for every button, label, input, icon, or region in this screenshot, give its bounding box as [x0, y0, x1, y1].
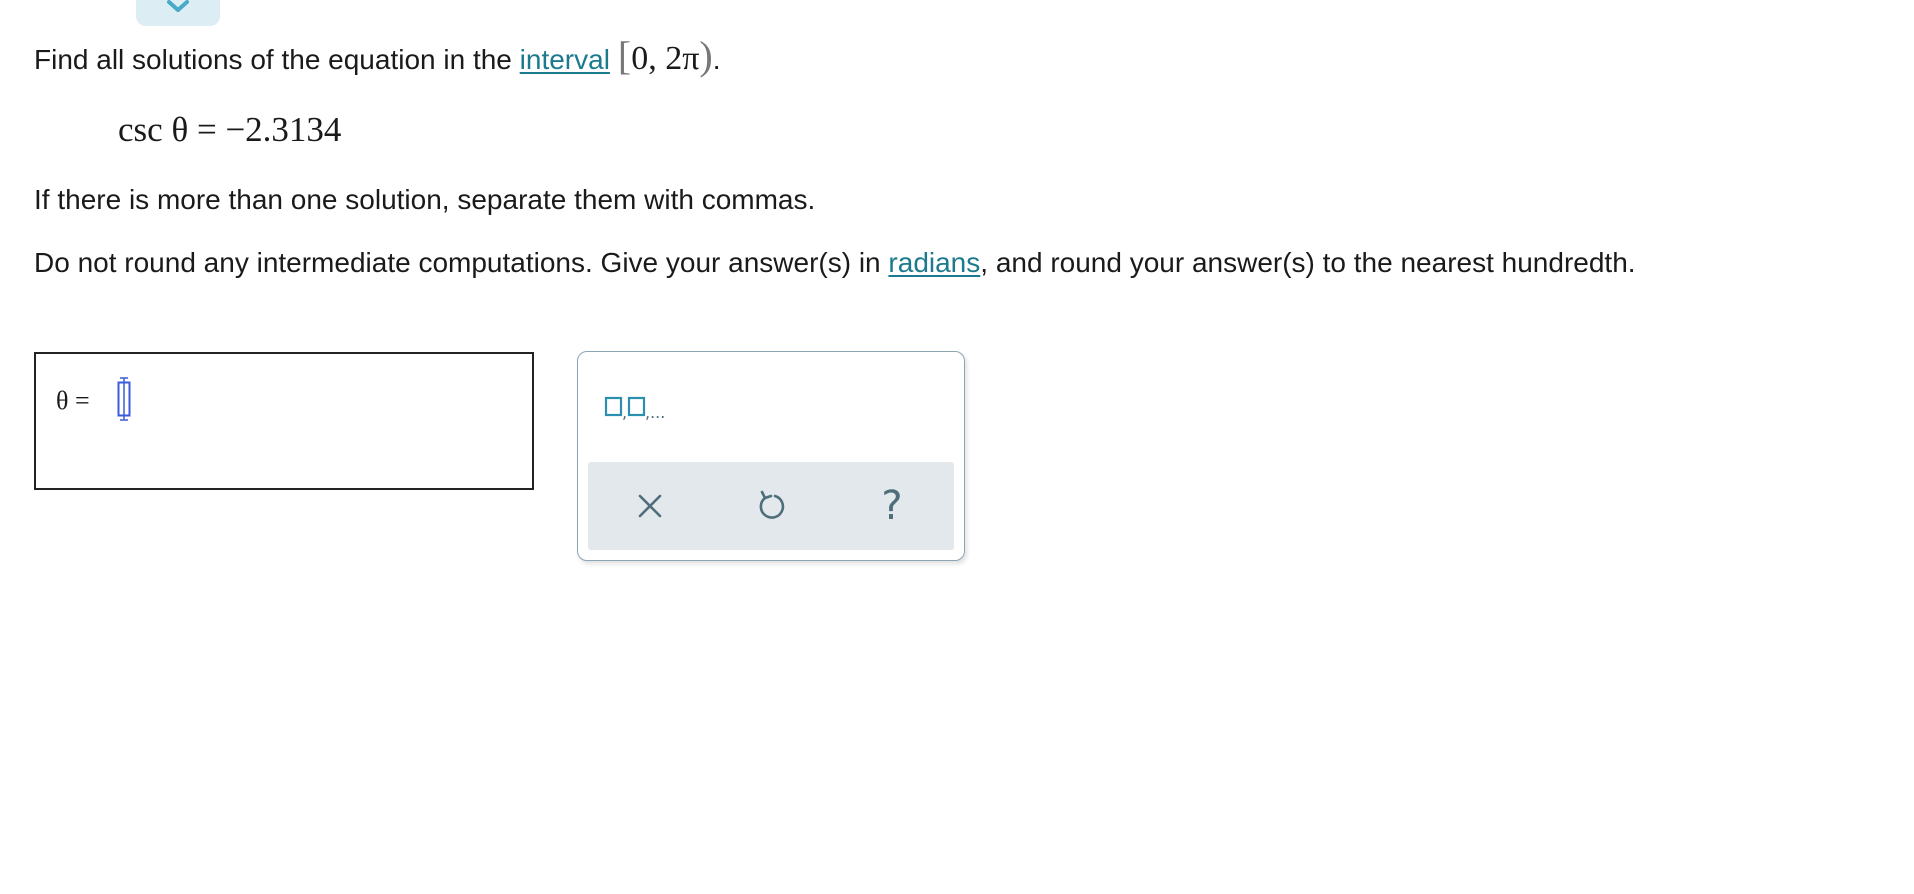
undo-icon — [759, 490, 785, 519]
text-cursor-icon — [117, 377, 131, 421]
rounding-text-before: Do not round any intermediate computatio… — [34, 247, 889, 278]
interval-link[interactable]: interval — [520, 44, 610, 75]
interval-expression: [0, 2π) — [618, 36, 713, 77]
separate-instruction: If there is more than one solution, sepa… — [34, 184, 816, 215]
interval-body: 0, 2π — [631, 40, 700, 77]
equation: csc θ = −2.3134 — [118, 110, 342, 149]
help-icon: ? — [881, 483, 903, 529]
radians-link[interactable]: radians — [888, 247, 980, 278]
chevron-down-icon — [167, 0, 189, 12]
rounding-text-after: , and round your answer(s) to the neares… — [980, 247, 1636, 278]
clear-button[interactable] — [628, 484, 672, 528]
interval-close-paren: ) — [699, 33, 713, 78]
svg-text:,: , — [622, 403, 627, 422]
svg-text:,...: ,... — [645, 403, 665, 422]
question-intro: Find all solutions of the equation in th… — [34, 36, 721, 78]
help-button[interactable]: ? — [870, 484, 914, 528]
undo-button[interactable] — [749, 484, 793, 528]
interval-open-bracket: [ — [617, 33, 632, 78]
tool-action-bar: ? — [588, 462, 954, 550]
collapse-tab[interactable] — [136, 0, 220, 26]
comma-list-template-button[interactable]: , ,... — [604, 390, 694, 430]
math-tool-panel: , ,... ? — [577, 351, 965, 561]
answer-input-area[interactable]: θ = — [34, 352, 534, 490]
interval-period: . — [712, 44, 721, 75]
close-icon — [638, 494, 662, 518]
rounding-instruction: Do not round any intermediate computatio… — [34, 245, 1636, 281]
answer-label: θ = — [56, 386, 90, 415]
comma-separated-list-icon: , ,... — [604, 396, 665, 422]
answer-input-slot[interactable] — [114, 376, 134, 422]
question-intro-text: Find all solutions of the equation in th… — [34, 44, 520, 75]
